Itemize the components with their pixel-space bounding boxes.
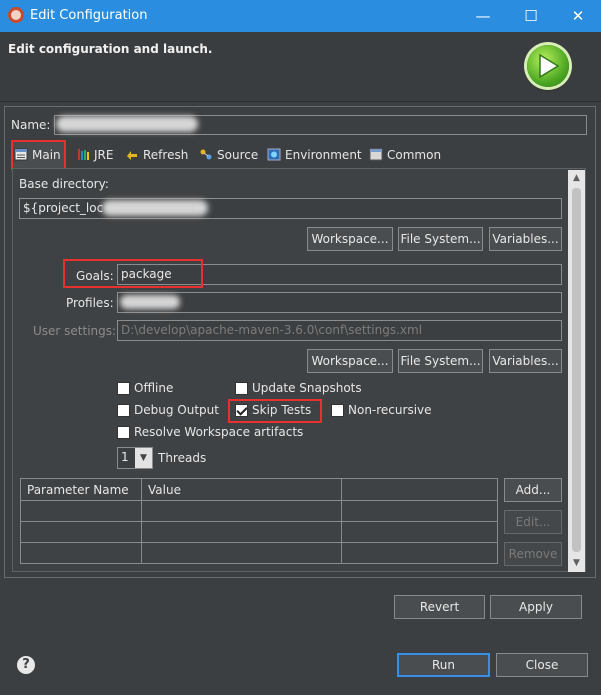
vertical-scrollbar[interactable]: ▲ ▼ [568, 170, 585, 572]
update-snapshots-box[interactable] [235, 382, 248, 395]
tab-common[interactable]: Common [367, 142, 441, 168]
table-row[interactable] [20, 521, 498, 543]
tab-jre-label: JRE [94, 148, 114, 162]
tab-source-label: Source [217, 148, 259, 162]
tab-jre[interactable]: JRE [74, 142, 113, 168]
user-settings-input[interactable]: D:\develop\apache-maven-3.6.0\conf\setti… [117, 320, 562, 341]
goals-input[interactable]: package [117, 264, 562, 285]
redacted-path [102, 200, 208, 216]
user-settings-label: User settings: [33, 324, 117, 338]
title-bar: Edit Configuration — ☐ ✕ [0, 0, 601, 32]
file-system-button-1[interactable]: File System... [398, 227, 483, 251]
eclipse-app-icon [8, 7, 24, 23]
col-extra[interactable] [341, 478, 498, 501]
window-title: Edit Configuration [30, 8, 148, 23]
col-value[interactable]: Value [141, 478, 342, 501]
non-recursive-checkbox[interactable]: Non-recursive [331, 403, 432, 418]
scroll-down-icon[interactable]: ▼ [568, 555, 585, 572]
offline-label: Offline [134, 381, 174, 395]
edit-parameter-button[interactable]: Edit... [504, 510, 562, 534]
goals-label: Goals: [76, 269, 114, 283]
variables-button-2[interactable]: Variables... [489, 349, 562, 373]
tab-common-label: Common [387, 148, 442, 162]
table-row[interactable] [20, 500, 498, 522]
col-parameter-name[interactable]: Parameter Name [20, 478, 142, 501]
help-icon[interactable]: ? [17, 656, 35, 674]
workspace-button-1[interactable]: Workspace... [307, 227, 393, 251]
parameter-table: Parameter Name Value [20, 478, 498, 564]
remove-parameter-button[interactable]: Remove [504, 542, 562, 566]
scroll-thumb[interactable] [572, 188, 581, 552]
minimize-button[interactable]: — [460, 0, 506, 32]
chevron-down-icon[interactable]: ▼ [135, 448, 152, 468]
table-row[interactable] [20, 542, 498, 564]
refresh-icon [127, 151, 137, 160]
skip-tests-label: Skip Tests [252, 403, 312, 417]
add-parameter-button[interactable]: Add... [504, 478, 562, 502]
skip-tests-checkbox[interactable]: Skip Tests [235, 403, 311, 418]
close-window-button[interactable]: ✕ [555, 0, 601, 32]
threads-label: Threads [158, 451, 207, 465]
redacted-name [56, 116, 198, 132]
resolve-workspace-label: Resolve Workspace artifacts [134, 425, 304, 439]
maximize-button[interactable]: ☐ [508, 0, 554, 32]
tab-main-label: Main [32, 148, 61, 162]
redacted-profiles [120, 295, 180, 309]
dialog-header: Edit configuration and launch. [0, 32, 601, 102]
tab-main[interactable]: Main [12, 142, 64, 168]
non-recursive-label: Non-recursive [348, 403, 432, 417]
workspace-button-2[interactable]: Workspace... [307, 349, 393, 373]
non-recursive-box[interactable] [331, 404, 344, 417]
base-directory-label: Base directory: [19, 177, 109, 191]
close-button[interactable]: Close [496, 653, 588, 677]
common-icon [369, 148, 383, 161]
skip-tests-box[interactable] [235, 404, 248, 417]
resolve-workspace-checkbox[interactable]: Resolve Workspace artifacts [117, 425, 303, 440]
tab-refresh-label: Refresh [143, 148, 189, 162]
table-header: Parameter Name Value [20, 478, 498, 501]
name-label: Name: [11, 118, 51, 132]
threads-combo[interactable]: 1 ▼ [117, 447, 153, 469]
tab-environment-label: Environment [285, 148, 362, 162]
tab-refresh[interactable]: Refresh [123, 142, 188, 168]
main-tab-icon [14, 148, 28, 161]
profiles-label: Profiles: [66, 296, 114, 310]
debug-output-checkbox[interactable]: Debug Output [117, 403, 219, 418]
threads-value: 1 [121, 450, 129, 464]
launch-play-icon [527, 45, 569, 87]
file-system-button-2[interactable]: File System... [398, 349, 483, 373]
tab-bar: Main JRE Refresh Source Environment Comm… [12, 142, 586, 168]
base-directory-input[interactable]: ${project_loc [19, 198, 562, 219]
profiles-input[interactable] [117, 292, 562, 313]
resolve-workspace-box[interactable] [117, 426, 130, 439]
source-icon [200, 149, 212, 160]
revert-button[interactable]: Revert [394, 595, 485, 619]
apply-button[interactable]: Apply [490, 595, 582, 619]
offline-box[interactable] [117, 382, 130, 395]
variables-button-1[interactable]: Variables... [489, 227, 562, 251]
jre-icon [78, 149, 89, 160]
update-snapshots-checkbox[interactable]: Update Snapshots [235, 381, 362, 396]
update-snapshots-label: Update Snapshots [252, 381, 362, 395]
tab-source[interactable]: Source [197, 142, 258, 168]
debug-output-label: Debug Output [134, 403, 219, 417]
offline-checkbox[interactable]: Offline [117, 381, 173, 396]
tab-environment[interactable]: Environment [265, 142, 362, 168]
debug-output-box[interactable] [117, 404, 130, 417]
run-button[interactable]: Run [397, 653, 490, 677]
header-title: Edit configuration and launch. [8, 42, 213, 56]
scroll-up-icon[interactable]: ▲ [568, 170, 585, 187]
environment-icon [267, 148, 281, 161]
